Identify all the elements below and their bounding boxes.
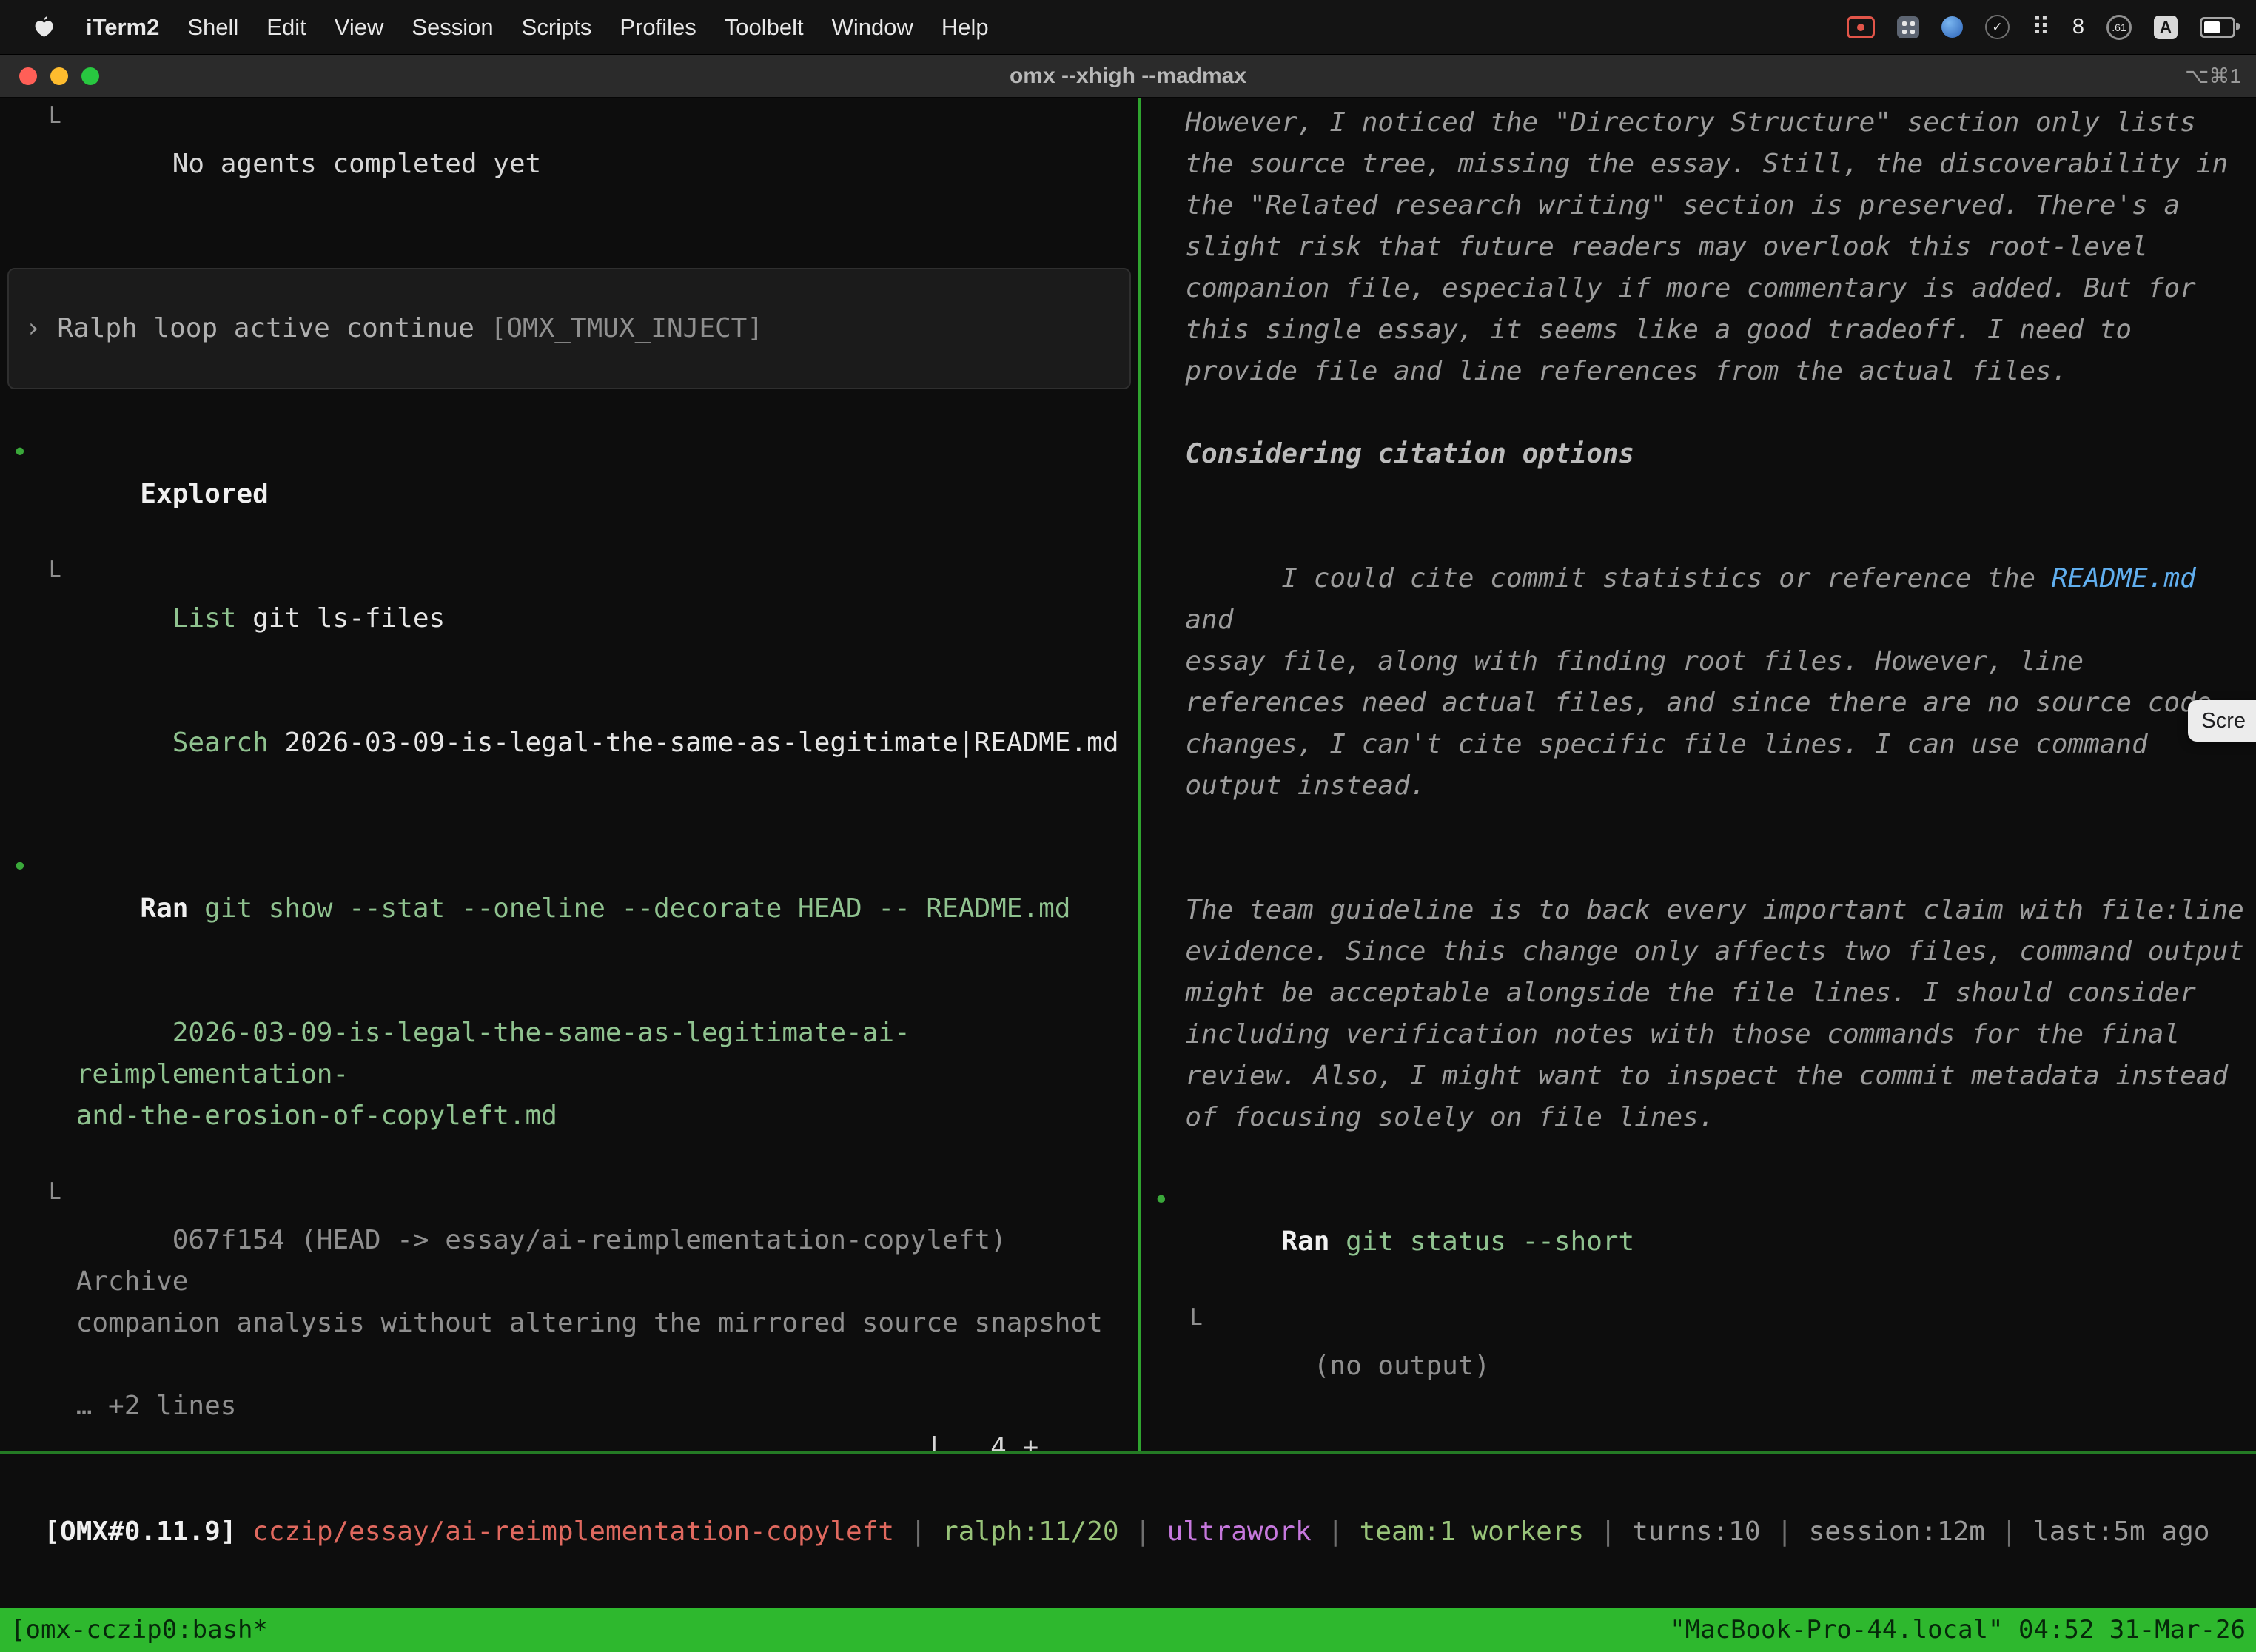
menu-item-toolbelt[interactable]: Toolbelt — [725, 14, 804, 41]
reasoning-paragraph-2: I could cite commit statistics or refere… — [1153, 517, 2250, 848]
menu-item-iterm2[interactable]: iTerm2 — [86, 14, 159, 41]
reasoning-paragraph-1: However, I noticed the "Directory Struct… — [1153, 102, 2250, 392]
screen-sharing-overlay-button[interactable]: Scre — [2188, 700, 2256, 742]
tmux-pane-bottom-border — [0, 1451, 2256, 1454]
battery-gauge-icon[interactable]: .61 — [2106, 15, 2132, 40]
explored-search-line: Search2026-03-09-is-legal-the-same-as-le… — [12, 681, 1132, 805]
menu-status-icons: ✓ ⠿ 8 .61 A — [1847, 15, 2243, 40]
dots-grid-icon[interactable]: ⠿ — [2032, 15, 2050, 40]
tree-glyph: └ — [44, 102, 60, 144]
screen-recording-indicator-icon[interactable] — [1847, 16, 1875, 38]
spacer — [12, 226, 1132, 268]
badge-8-icon[interactable]: 8 — [2072, 15, 2084, 39]
menu-item-scripts[interactable]: Scripts — [522, 14, 592, 41]
input-source-icon[interactable]: A — [2154, 16, 2178, 39]
spacer — [1153, 392, 2250, 434]
tree-glyph: └ — [44, 1178, 60, 1220]
ralph-banner-text: Ralph loop active continue — [57, 308, 474, 349]
git-status-output-line: └(no output) — [1153, 1304, 2250, 1428]
omx-mode: ultrawork — [1167, 1517, 1312, 1547]
tree-glyph: └ — [44, 557, 60, 598]
tmux-host-clock: "MacBook-Pro-44.local" 04:52 31-Mar-26 — [1670, 1615, 2246, 1645]
spacer — [1153, 848, 2250, 890]
window-title-bar[interactable]: omx --xhigh --madmax ⌥⌘1 — [0, 55, 2256, 98]
git-show-commit-line: └067f154 (HEAD -> essay/ai-reimplementat… — [12, 1178, 1132, 1386]
git-show-stat-row: README.md| 4 + — [12, 1427, 1132, 1451]
menu-item-shell[interactable]: Shell — [187, 14, 238, 41]
omx-session-time: session:12m — [1809, 1517, 1985, 1547]
omx-branch: cczip/essay/ai-reimplementation-copyleft — [252, 1517, 894, 1547]
omx-last-activity: last:5m ago — [2033, 1517, 2209, 1547]
prompt-icon: › — [25, 308, 41, 349]
tmux-session-name[interactable]: [omx-cczip0:bash* — [10, 1615, 268, 1645]
minimize-button[interactable] — [50, 67, 68, 85]
menu-item-session[interactable]: Session — [412, 14, 493, 41]
readme-link[interactable]: README.md — [2052, 563, 2196, 594]
git-status-command-line: •Rangit status --short — [1153, 1180, 2250, 1304]
ralph-loop-banner: › Ralph loop active continue [OMX_TMUX_I… — [7, 268, 1131, 389]
bullet-icon: • — [1153, 1180, 1169, 1221]
spacer — [12, 805, 1132, 847]
terminal-area: └No agents completed yet › Ralph loop ac… — [0, 98, 2256, 1451]
spacer — [12, 389, 1132, 432]
tmux-status-bar: [omx-cczip0:bash* "MacBook-Pro-44.local"… — [0, 1608, 2256, 1652]
menu-item-help[interactable]: Help — [941, 14, 989, 41]
left-terminal-pane: └No agents completed yet › Ralph loop ac… — [0, 98, 1138, 1451]
menu-items: iTerm2 Shell Edit View Session Scripts P… — [86, 14, 989, 41]
git-show-more-lines: … +2 lines — [12, 1386, 1132, 1427]
menu-item-window[interactable]: Window — [832, 14, 913, 41]
tiles-icon[interactable] — [1897, 16, 1919, 38]
bullet-icon: • — [12, 432, 28, 474]
reasoning-heading: Considering citation options — [1153, 434, 2250, 475]
close-button[interactable] — [19, 67, 37, 85]
git-show-filename: 2026-03-09-is-legal-the-same-as-legitima… — [12, 971, 1132, 1178]
omx-status-line: [OMX#0.11.9] cczip/essay/ai-reimplementat… — [0, 1470, 2256, 1553]
reasoning-paragraph-3: The team guideline is to back every impo… — [1153, 890, 2250, 1138]
menu-item-edit[interactable]: Edit — [266, 14, 306, 41]
omx-turns: turns:10 — [1632, 1517, 1760, 1547]
explored-header: •Explored — [12, 432, 1132, 557]
spacer — [1153, 1138, 2250, 1180]
tree-glyph: └ — [1185, 1304, 1201, 1346]
shield-icon[interactable]: ✓ — [1985, 15, 2010, 39]
traffic-lights — [0, 67, 99, 85]
git-show-command-line: •Rangit show --stat --oneline --decorate… — [12, 847, 1132, 971]
explored-list-line: └Listgit ls-files — [12, 557, 1132, 681]
menu-bar: iTerm2 Shell Edit View Session Scripts P… — [0, 0, 2256, 55]
globe-icon[interactable] — [1941, 16, 1963, 38]
omx-team: team:1 workers — [1360, 1517, 1584, 1547]
ralph-banner-tag: [OMX_TMUX_INJECT] — [491, 308, 763, 349]
zoom-button[interactable] — [81, 67, 99, 85]
apple-menu-icon[interactable] — [33, 15, 58, 40]
agents-status-line: └No agents completed yet — [12, 102, 1132, 226]
spacer — [1153, 475, 2250, 517]
menu-item-view[interactable]: View — [335, 14, 384, 41]
omx-version: [OMX#0.11.9] — [44, 1517, 236, 1547]
battery-icon[interactable] — [2200, 17, 2235, 38]
window-shortcut-hint: ⌥⌘1 — [2185, 64, 2256, 88]
right-terminal-pane: However, I noticed the "Directory Struct… — [1141, 98, 2256, 1451]
menu-item-profiles[interactable]: Profiles — [620, 14, 696, 41]
omx-ralph-counter: ralph:11/20 — [942, 1517, 1118, 1547]
bullet-icon: • — [12, 847, 28, 888]
window-title: omx --xhigh --madmax — [1010, 64, 1246, 89]
spacer — [1153, 1428, 2250, 1451]
